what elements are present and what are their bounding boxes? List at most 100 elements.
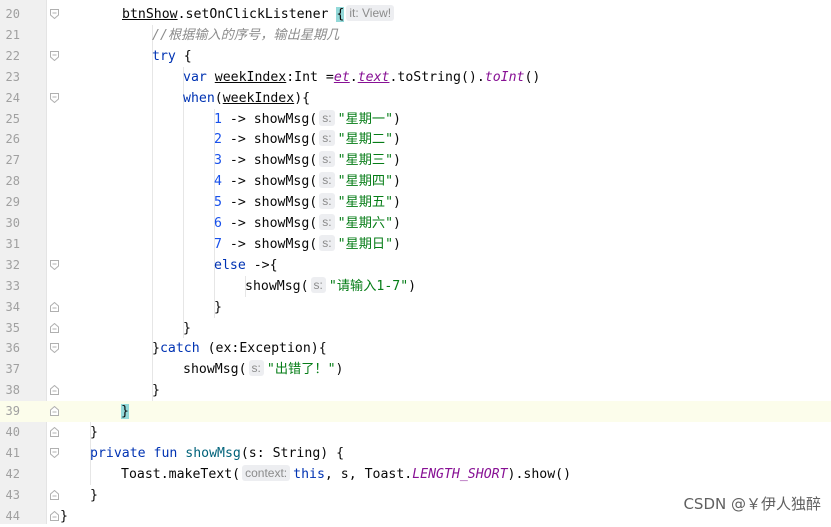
code-line[interactable]: 35} bbox=[0, 318, 831, 339]
line-number: 30 bbox=[5, 216, 20, 230]
fold-marker-icon[interactable] bbox=[50, 322, 59, 333]
code-token: 4 bbox=[214, 174, 222, 190]
line-number: 20 bbox=[5, 7, 20, 21]
code-line[interactable]: 37 showMsg(s: "出错了！") bbox=[0, 359, 831, 380]
code-line[interactable]: 40} bbox=[0, 422, 831, 443]
fold-marker-icon[interactable] bbox=[50, 50, 59, 61]
line-number: 21 bbox=[5, 27, 20, 42]
line-number: 40 bbox=[5, 425, 20, 439]
code-text[interactable]: try { bbox=[152, 46, 192, 67]
code-line[interactable]: 27 3 -> showMsg(s: "星期三") bbox=[0, 150, 831, 171]
code-text[interactable]: 5 -> showMsg(s: "星期五") bbox=[214, 192, 401, 213]
code-line[interactable]: 26 2 -> showMsg(s: "星期二") bbox=[0, 129, 831, 150]
code-token: () bbox=[524, 69, 541, 85]
code-text[interactable]: } bbox=[60, 506, 68, 527]
code-text[interactable]: 7 -> showMsg(s: "星期日") bbox=[214, 234, 401, 255]
code-text[interactable]: 2 -> showMsg(s: "星期二") bbox=[214, 129, 401, 150]
code-text[interactable]: else ->{ bbox=[214, 255, 278, 276]
code-line[interactable]: 28 4 -> showMsg(s: "星期四") bbox=[0, 171, 831, 192]
fold-marker-icon[interactable] bbox=[50, 447, 59, 458]
parameter-hint: s: bbox=[319, 172, 335, 189]
code-line[interactable]: 36}catch (ex:Exception){ bbox=[0, 338, 831, 359]
code-line[interactable]: 39} bbox=[0, 401, 831, 423]
code-text[interactable]: }catch (ex:Exception){ bbox=[152, 338, 327, 359]
code-text[interactable]: //根据输入的序号，输出星期几 bbox=[152, 25, 339, 46]
code-line[interactable]: 24 when(weekIndex){ bbox=[0, 88, 831, 109]
code-text[interactable]: } bbox=[152, 380, 160, 401]
code-text[interactable]: Toast.makeText(context: this, s, Toast.LE… bbox=[121, 464, 571, 485]
code-line[interactable]: 32 else ->{ bbox=[0, 255, 831, 276]
code-text[interactable]: } bbox=[183, 318, 191, 339]
code-token: catch bbox=[159, 341, 200, 357]
fold-marker-icon[interactable] bbox=[50, 489, 59, 500]
code-token: -> showMsg( bbox=[221, 195, 318, 211]
code-line[interactable]: 29 5 -> showMsg(s: "星期五") bbox=[0, 192, 831, 213]
code-line[interactable]: 41 private fun showMsg(s: String) { bbox=[0, 443, 831, 464]
line-number: 39 bbox=[5, 404, 20, 419]
code-line[interactable]: 21 //根据输入的序号，输出星期几 bbox=[0, 25, 831, 46]
code-token: { bbox=[175, 48, 192, 64]
fold-marker-icon[interactable] bbox=[50, 343, 59, 354]
code-line[interactable]: 31 7 -> showMsg(s: "星期日") bbox=[0, 234, 831, 255]
code-text[interactable]: private fun showMsg(s: String) { bbox=[90, 443, 344, 464]
code-text[interactable]: 3 -> showMsg(s: "星期三") bbox=[214, 150, 401, 171]
code-token: toInt bbox=[484, 69, 525, 85]
fold-marker-icon[interactable] bbox=[50, 510, 59, 521]
code-text[interactable]: } bbox=[90, 485, 98, 506]
code-text[interactable]: 1 -> showMsg(s: "星期一") bbox=[214, 109, 401, 130]
code-line[interactable]: 34} bbox=[0, 297, 831, 318]
fold-marker-icon[interactable] bbox=[50, 92, 59, 103]
code-token: ).show() bbox=[507, 466, 572, 482]
parameter-hint: s: bbox=[319, 193, 335, 210]
code-text[interactable]: 4 -> showMsg(s: "星期四") bbox=[214, 171, 401, 192]
code-token: ( bbox=[214, 90, 223, 106]
fold-marker-icon[interactable] bbox=[50, 427, 59, 437]
line-number: 27 bbox=[5, 153, 20, 168]
code-token: "星期一" bbox=[337, 111, 394, 127]
code-line[interactable]: 38} bbox=[0, 380, 831, 401]
code-token: when bbox=[183, 90, 215, 106]
code-line[interactable]: 30 6 -> showMsg(s: "星期六") bbox=[0, 213, 831, 234]
line-number: 31 bbox=[5, 236, 20, 251]
code-text[interactable]: showMsg(s: "请输入1-7") bbox=[245, 276, 416, 297]
code-token: "星期日" bbox=[337, 236, 394, 252]
code-token: ) bbox=[393, 236, 401, 252]
watermark: CSDN @￥伊人独醉 bbox=[683, 495, 821, 513]
code-token: 6 bbox=[214, 216, 222, 231]
fold-marker-icon[interactable] bbox=[50, 406, 59, 417]
code-text[interactable]: showMsg(s: "出错了！") bbox=[183, 359, 343, 380]
fold-marker-icon[interactable] bbox=[50, 385, 59, 396]
code-token: -> showMsg( bbox=[221, 174, 318, 190]
code-token: setOnClickListener bbox=[185, 7, 337, 22]
line-number: 35 bbox=[5, 320, 20, 335]
code-line[interactable]: 42 Toast.makeText(context: this, s, Toast.… bbox=[0, 464, 831, 485]
code-line[interactable]: 23 var weekIndex:Int =et.text.toString().… bbox=[0, 67, 831, 88]
line-number: 29 bbox=[5, 195, 20, 210]
code-text[interactable]: 6 -> showMsg(s: "星期六") bbox=[214, 213, 401, 234]
code-token: weekIndex bbox=[222, 90, 295, 106]
parameter-hint: s: bbox=[319, 109, 335, 126]
line-number: 41 bbox=[5, 445, 20, 460]
code-text[interactable]: var weekIndex:Int =et.text.toString().to… bbox=[183, 67, 540, 88]
code-line[interactable]: 20 btnShow.setOnClickListener {it: View! bbox=[0, 4, 831, 25]
code-token: "星期四" bbox=[337, 174, 394, 190]
code-line[interactable]: 22 try { bbox=[0, 46, 831, 67]
code-token: Toast.makeText( bbox=[121, 466, 241, 482]
fold-marker-icon[interactable] bbox=[50, 259, 59, 270]
code-token: .toString(). bbox=[389, 69, 485, 85]
code-text[interactable]: btnShow.setOnClickListener {it: View! bbox=[122, 4, 397, 25]
code-text[interactable]: } bbox=[90, 422, 98, 443]
fold-marker-icon[interactable] bbox=[50, 301, 59, 312]
parameter-hint: s: bbox=[310, 276, 326, 293]
line-number: 34 bbox=[5, 299, 20, 314]
code-token: . bbox=[177, 7, 186, 22]
code-text[interactable]: } bbox=[214, 297, 222, 318]
line-number: 24 bbox=[5, 90, 20, 105]
code-text[interactable]: when(weekIndex){ bbox=[183, 88, 310, 109]
code-token: (ex:Exception){ bbox=[199, 341, 327, 357]
code-token: } bbox=[152, 383, 160, 399]
code-line[interactable]: 33 showMsg(s: "请输入1-7") bbox=[0, 276, 831, 297]
fold-marker-icon[interactable] bbox=[50, 9, 59, 19]
code-text[interactable]: } bbox=[121, 401, 129, 422]
code-line[interactable]: 25 1 -> showMsg(s: "星期一") bbox=[0, 109, 831, 130]
